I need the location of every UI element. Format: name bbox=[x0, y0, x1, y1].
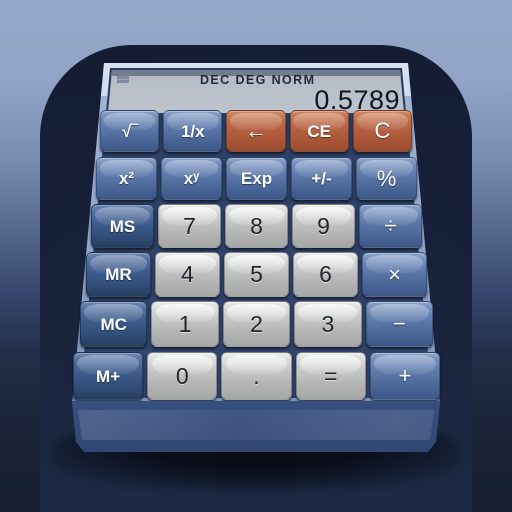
key-digit-5[interactable]: 5 bbox=[224, 252, 289, 297]
key-label: . bbox=[253, 362, 260, 389]
key-label: CE bbox=[307, 121, 331, 141]
key-label: +/- bbox=[311, 169, 332, 188]
key-label: x² bbox=[118, 169, 135, 188]
key-digit-0[interactable]: 0 bbox=[147, 352, 218, 400]
key-clear-entry[interactable]: CE bbox=[289, 110, 349, 152]
key-power[interactable]: xʸ bbox=[161, 157, 222, 200]
key-label: 1 bbox=[178, 310, 192, 337]
key-label: M+ bbox=[96, 366, 121, 386]
key-reciprocal[interactable]: 1/x bbox=[163, 110, 223, 152]
display-memory-indicator-icon bbox=[117, 76, 129, 83]
key-label: + bbox=[398, 363, 412, 388]
key-label: 2 bbox=[250, 310, 263, 337]
key-label: 1/x bbox=[180, 121, 205, 141]
key-label: 0 bbox=[175, 362, 189, 389]
key-percent[interactable]: % bbox=[356, 157, 417, 200]
key-add[interactable]: + bbox=[369, 352, 440, 400]
key-clear[interactable]: C bbox=[352, 110, 412, 152]
key-sign[interactable]: +/- bbox=[291, 157, 352, 200]
key-label: ÷ bbox=[384, 213, 397, 238]
key-label: MC bbox=[100, 314, 127, 334]
key-sqrt[interactable]: √‾ bbox=[100, 110, 160, 152]
key-label: C bbox=[374, 118, 391, 143]
key-backspace[interactable]: ← bbox=[226, 110, 286, 152]
key-digit-7[interactable]: 7 bbox=[158, 204, 221, 248]
key-label: 4 bbox=[181, 261, 194, 287]
key-memory-add[interactable]: M+ bbox=[73, 352, 144, 400]
key-label: √‾ bbox=[122, 121, 138, 141]
key-subtract[interactable]: − bbox=[365, 301, 433, 347]
display-mode-indicators: DEC DEG NORM bbox=[200, 73, 316, 87]
key-label: 7 bbox=[183, 212, 196, 239]
key-decimal-point[interactable]: . bbox=[221, 352, 292, 400]
key-exponent[interactable]: Exp bbox=[226, 157, 287, 200]
key-label: % bbox=[376, 165, 397, 191]
key-label: − bbox=[392, 311, 406, 336]
key-label: xʸ bbox=[183, 169, 200, 188]
key-equals[interactable]: = bbox=[295, 352, 366, 400]
key-digit-6[interactable]: 6 bbox=[293, 252, 358, 297]
key-memory-recall[interactable]: MR bbox=[86, 252, 151, 297]
key-label: 5 bbox=[250, 261, 263, 287]
key-digit-3[interactable]: 3 bbox=[294, 301, 362, 347]
key-digit-4[interactable]: 4 bbox=[155, 252, 220, 297]
key-label: = bbox=[323, 362, 338, 389]
key-digit-2[interactable]: 2 bbox=[222, 301, 291, 347]
app-icon-canvas: DEC DEG NORM 0. 5 7 8 9 √‾ 1/x ← CE Cx² xʸ Exp +/-%… bbox=[0, 0, 512, 512]
key-label: 6 bbox=[319, 261, 332, 287]
key-label: × bbox=[388, 261, 401, 287]
key-digit-9[interactable]: 9 bbox=[292, 204, 355, 248]
key-label: 9 bbox=[317, 212, 330, 239]
key-label: Exp bbox=[240, 169, 273, 188]
key-divide[interactable]: ÷ bbox=[359, 204, 422, 248]
key-label: ← bbox=[244, 118, 267, 143]
key-digit-1[interactable]: 1 bbox=[151, 301, 219, 347]
key-square[interactable]: x² bbox=[96, 157, 157, 200]
key-multiply[interactable]: × bbox=[362, 252, 427, 297]
key-label: 8 bbox=[250, 212, 263, 239]
key-memory-clear[interactable]: MC bbox=[80, 301, 148, 347]
key-label: 3 bbox=[321, 310, 335, 337]
key-label: MR bbox=[105, 265, 132, 284]
key-label: MS bbox=[109, 216, 136, 236]
calculator-body: DEC DEG NORM 0. 5 7 8 9 √‾ 1/x ← CE Cx² xʸ Exp +/-%… bbox=[0, 0, 512, 512]
key-digit-8[interactable]: 8 bbox=[225, 204, 288, 248]
key-memory-store[interactable]: MS bbox=[91, 204, 154, 248]
